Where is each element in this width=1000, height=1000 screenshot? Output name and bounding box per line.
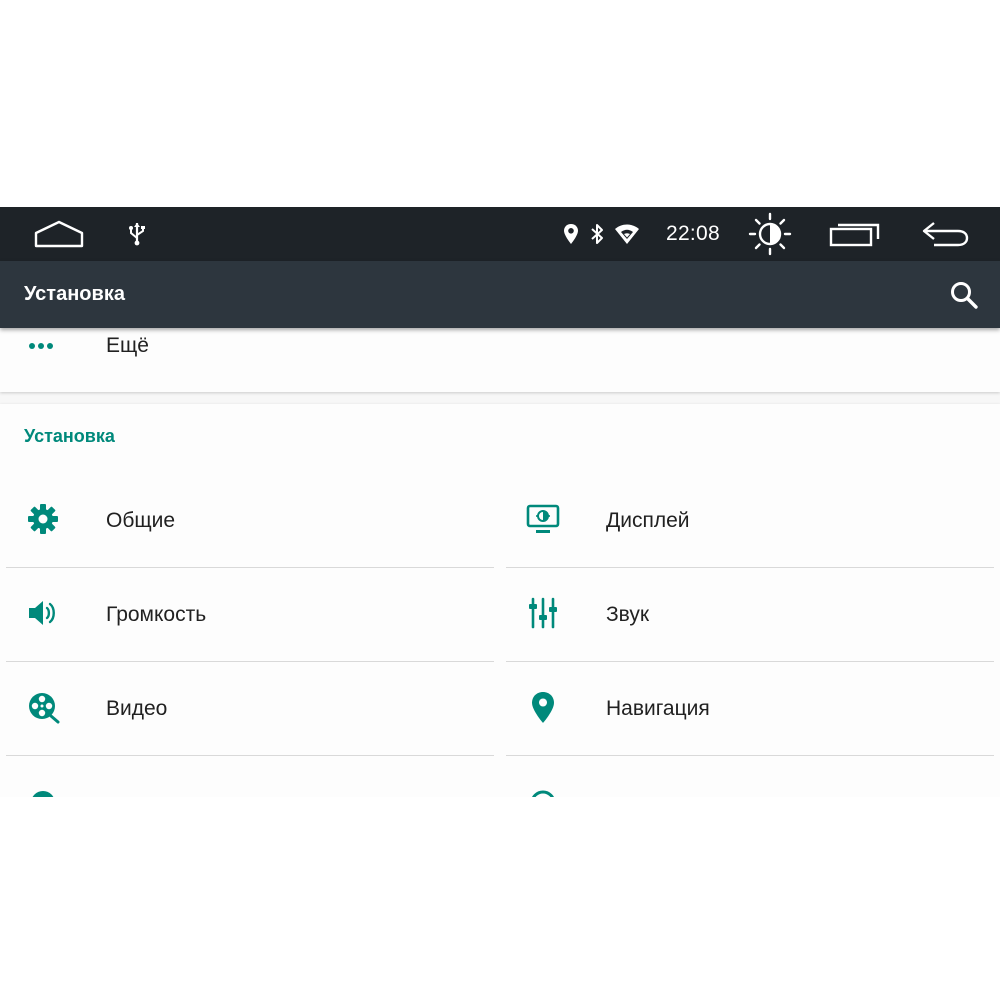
brightness-icon (748, 212, 792, 256)
settings-item-label: Общие (106, 509, 176, 532)
display-icon (526, 504, 560, 533)
settings-item-volume[interactable]: Громкость (6, 568, 494, 662)
system-bar: 22:08 (0, 207, 1000, 261)
back-button[interactable] (918, 207, 972, 261)
settings-item-label: Дисплей (606, 509, 690, 532)
settings-item-label: Звук (606, 603, 650, 626)
app-bar: Установка (0, 261, 1000, 328)
app-bar-title: Установка (24, 283, 125, 305)
settings-card: Установка Общие Дисплей Громкость Звук В… (0, 404, 1000, 797)
settings-item-label: Навигация (606, 697, 710, 720)
settings-item-display[interactable]: Дисплей (506, 474, 994, 568)
usb-icon (129, 223, 145, 246)
more-item[interactable]: Ещё (0, 328, 1000, 368)
back-arrow-icon (922, 222, 969, 247)
volume-icon (29, 601, 55, 625)
equalizer-icon (529, 597, 557, 629)
bluetooth-icon (591, 224, 603, 244)
brightness-button[interactable] (746, 207, 794, 261)
clock: 22:08 (660, 207, 726, 261)
settings-item-label: Видео (106, 697, 168, 720)
home-button[interactable] (30, 207, 88, 261)
status-time: 22:08 (665, 222, 721, 245)
partial-item-icon (532, 790, 554, 797)
search-icon (951, 282, 978, 309)
settings-item-label: Громкость (106, 603, 207, 626)
wifi-icon (615, 224, 639, 244)
settings-item-navigation[interactable]: Навигация (506, 662, 994, 756)
gear-icon (28, 504, 58, 534)
more-label: Ещё (106, 334, 149, 357)
settings-item-partial[interactable] (506, 756, 994, 797)
home-outline-icon (34, 220, 84, 248)
recent-apps-icon (829, 223, 880, 247)
location-indicator (560, 207, 582, 261)
recent-apps-button[interactable] (826, 207, 884, 261)
settings-item-general[interactable]: Общие (6, 474, 494, 568)
map-pin-icon (532, 692, 554, 723)
partial-item-icon (32, 791, 54, 797)
wifi-indicator (612, 207, 642, 261)
settings-item-sound[interactable]: Звук (506, 568, 994, 662)
location-icon (564, 224, 578, 244)
bluetooth-indicator (586, 207, 608, 261)
usb-indicator (124, 207, 150, 261)
more-dots-icon (29, 343, 53, 349)
search-button[interactable] (946, 277, 982, 313)
section-header: Установка (24, 426, 115, 446)
more-card: Ещё (0, 328, 1000, 392)
settings-item-video[interactable]: Видео (6, 662, 494, 756)
video-reel-icon (29, 693, 60, 724)
settings-item-partial[interactable] (6, 756, 494, 797)
device-screen: 22:08 Установка Ещё Установка Общие Дисп… (0, 207, 1000, 797)
